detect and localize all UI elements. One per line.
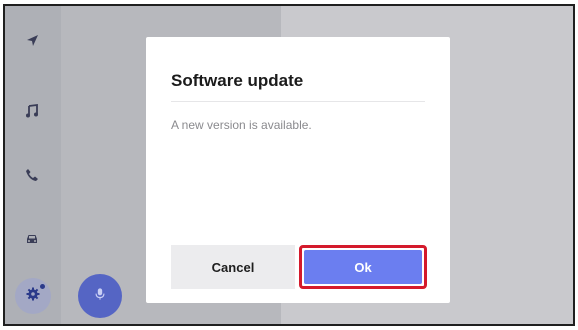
notification-dot — [40, 284, 45, 289]
ok-button[interactable]: Ok — [304, 250, 422, 284]
music-note-icon[interactable] — [21, 100, 43, 122]
car-icon[interactable] — [21, 228, 43, 250]
dialog-message: A new version is available. — [171, 118, 312, 132]
voice-assistant-button[interactable] — [78, 274, 122, 318]
ok-button-highlight: Ok — [299, 245, 427, 289]
sidebar — [5, 6, 61, 324]
settings-gear-icon — [25, 286, 41, 307]
microphone-icon — [93, 286, 107, 307]
dialog-title: Software update — [171, 71, 304, 90]
dialog-divider — [171, 101, 425, 102]
cancel-button[interactable]: Cancel — [171, 245, 295, 289]
navigation-icon[interactable] — [21, 30, 43, 52]
settings-button[interactable] — [15, 278, 51, 314]
screen-frame: Software update A new version is availab… — [3, 4, 575, 326]
phone-icon[interactable] — [21, 164, 43, 186]
software-update-dialog: Software update A new version is availab… — [146, 37, 450, 303]
